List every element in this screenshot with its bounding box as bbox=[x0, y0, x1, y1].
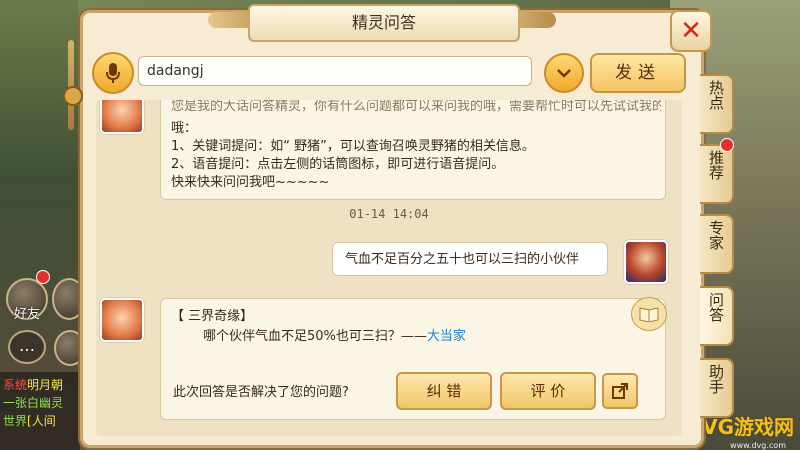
share-icon bbox=[612, 383, 628, 399]
intro-line-2: 1、关键词提问：如“ 野猪”，可以查询召唤灵野猪的相关信息。 bbox=[171, 139, 535, 154]
intro-line-4: 快来快来问问我吧~~~~~ bbox=[171, 175, 330, 190]
send-button[interactable]: 发送 bbox=[590, 53, 686, 93]
window-title: 精灵问答 bbox=[248, 4, 520, 42]
answer-question-line: 哪个伙伴气血不足50%也可三扫？——大当家 bbox=[203, 325, 466, 344]
friends-button[interactable]: 好友 bbox=[6, 278, 48, 322]
microphone-icon bbox=[106, 63, 120, 83]
answer-category: 【 三界奇缘】 bbox=[171, 309, 254, 324]
chat-bubble-icon[interactable]: … bbox=[8, 330, 46, 364]
intro-line-1: 哦： bbox=[171, 121, 198, 136]
tab-label: 推荐 bbox=[707, 150, 725, 180]
question-input[interactable] bbox=[138, 56, 532, 86]
tab-expert[interactable]: 专家 bbox=[700, 214, 734, 274]
correct-button[interactable]: 纠 错 bbox=[396, 372, 492, 410]
close-button[interactable]: ✕ bbox=[670, 10, 712, 52]
close-icon: ✕ bbox=[680, 16, 702, 46]
book-icon[interactable] bbox=[631, 297, 667, 331]
tab-label: 问答 bbox=[707, 292, 725, 322]
friends-label: 好友 bbox=[13, 307, 40, 322]
answer-question: 哪个伙伴气血不足50%也可三扫？—— bbox=[203, 329, 427, 344]
history-dropdown-button[interactable] bbox=[544, 53, 584, 93]
intro-line-0: 您是我的大话问答精灵，你有什么问题都可以来问我的哦，需要帮忙时可以先试试我的这些… bbox=[171, 100, 661, 113]
tab-label: 专家 bbox=[707, 220, 725, 250]
recommend-badge bbox=[720, 138, 734, 152]
world-chat[interactable]: 系统明月朝 一张白幽灵 世界[人间 bbox=[0, 372, 80, 450]
share-button[interactable] bbox=[602, 373, 638, 409]
intro-line-3: 2、语音提问：点击左侧的话筒图标，即可进行语音提问。 bbox=[171, 157, 505, 172]
user-avatar bbox=[624, 240, 668, 284]
chat-line: 系统明月朝 bbox=[3, 378, 64, 392]
chevron-down-icon bbox=[557, 69, 571, 78]
intro-message: 您是我的大话问答精灵，你有什么问题都可以来问我的哦，需要帮忙时可以先试试我的这些… bbox=[160, 100, 666, 200]
tab-label: 热点 bbox=[707, 80, 725, 110]
answer-link[interactable]: 大当家 bbox=[427, 329, 466, 344]
rate-button[interactable]: 评 价 bbox=[500, 372, 596, 410]
bot-avatar bbox=[100, 298, 144, 342]
tab-label: 助手 bbox=[707, 364, 725, 394]
watermark-url: www.dvg.com bbox=[730, 441, 786, 450]
chat-line: 世界[人间 bbox=[3, 414, 56, 428]
friends-badge bbox=[36, 270, 50, 284]
tassel-knot bbox=[63, 86, 83, 106]
chat-area[interactable]: 您是我的大话问答精灵，你有什么问题都可以来问我的哦，需要帮忙时可以先试试我的这些… bbox=[96, 100, 682, 436]
tab-recommend[interactable]: 推荐 bbox=[700, 144, 734, 204]
tassel-decoration bbox=[68, 40, 74, 130]
chat-line: 一张白幽灵 bbox=[3, 396, 64, 410]
feedback-prompt: 此次回答是否解决了您的问题? bbox=[173, 385, 349, 400]
bot-avatar bbox=[100, 100, 144, 134]
user-message: 气血不足百分之五十也可以三扫的小伙伴 bbox=[332, 242, 608, 276]
message-timestamp: 01-14 14:04 bbox=[349, 207, 429, 221]
tab-qa[interactable]: 问答 bbox=[700, 286, 734, 346]
tab-hot[interactable]: 热点 bbox=[700, 74, 734, 134]
tab-assistant[interactable]: 助手 bbox=[700, 358, 734, 418]
voice-button[interactable] bbox=[92, 52, 134, 94]
